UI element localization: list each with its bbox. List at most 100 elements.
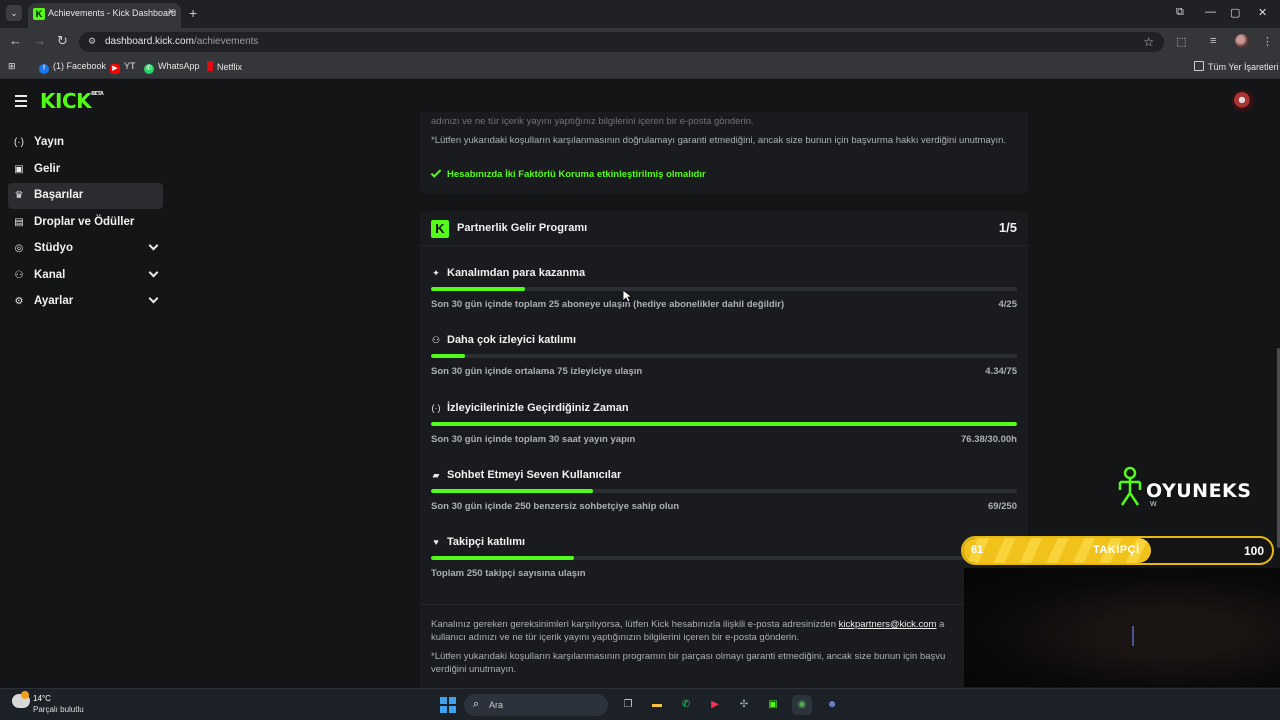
kick-favicon-icon: K xyxy=(33,8,45,20)
follower-goal: 100 xyxy=(1243,544,1264,558)
progress-bar xyxy=(431,354,1017,358)
sidebar-item-label: Droplar ve Ödüller xyxy=(34,216,135,228)
windows-start-icon[interactable] xyxy=(440,697,456,713)
partner-email-link[interactable]: kickpartners@kick.com xyxy=(839,619,937,630)
tab-title: Achievements - Kick Dashboard xyxy=(48,8,177,18)
broadcast-icon: (·) xyxy=(431,403,441,413)
bookmark-star-icon[interactable]: ☆ xyxy=(1143,35,1154,49)
check-icon xyxy=(430,167,442,178)
tab-search-icon[interactable]: ⌄ xyxy=(6,5,22,21)
chevron-down-icon[interactable] xyxy=(148,267,159,278)
sidebar-item-gelir[interactable]: ▣ Gelir xyxy=(8,157,163,183)
forward-icon[interactable]: → xyxy=(33,34,46,48)
sidebar-item-ayarlar[interactable]: ⚙ Ayarlar xyxy=(8,289,163,315)
requirement-description: Son 30 gün içinde 250 benzersiz sohbetçi… xyxy=(431,501,680,512)
progress-fill xyxy=(431,354,465,358)
taskbar-search[interactable]: ⌕ Ara xyxy=(464,694,608,716)
sidebar-item-label: Kanal xyxy=(34,269,66,281)
netflix-icon xyxy=(207,61,213,71)
heart-icon: ♥ xyxy=(433,537,439,547)
weather-temp: 14°C xyxy=(33,694,51,703)
all-bookmarks[interactable]: Tüm Yer İşaretleri xyxy=(1194,61,1279,72)
footer-disclaimer-line2: verdiğini unutmayın. xyxy=(431,664,517,675)
requirement-description: Son 30 gün içinde toplam 30 saat yayın y… xyxy=(431,434,636,445)
reload-icon[interactable]: ↻ xyxy=(57,34,68,48)
user-avatar[interactable] xyxy=(1232,90,1254,112)
mouse-cursor-icon xyxy=(623,290,632,303)
footer-disclaimer: *Lütfen yukarıdaki koşulların karşılanma… xyxy=(431,651,946,662)
sidebar-item-studyo[interactable]: ◎ Stüdyo xyxy=(8,236,163,262)
sidebar-item-basarilar[interactable]: ♛ Başarılar xyxy=(8,183,163,209)
footer-text: Kanalınız gereken gereksinimleri karşılı… xyxy=(431,619,945,630)
sidebar-item-kanal[interactable]: ⚇ Kanal xyxy=(8,263,163,289)
browser-tab[interactable]: K Achievements - Kick Dashboard × xyxy=(28,3,181,28)
studio-icon: ◎ xyxy=(14,243,24,254)
verification-text: adınızı ve ne tür içerik yayını yaptığın… xyxy=(431,116,754,127)
chevron-down-icon[interactable] xyxy=(148,240,159,251)
taskbar: 14°C Parçalı bulutlu ⌕ Ara ❐ ▬ ✆ ▶ ✣ ▣ ◉… xyxy=(0,688,1280,720)
requirement-item: ⚇ Daha çok izleyici katılımı Son 30 gün … xyxy=(420,334,1028,395)
requirement-value: 4/25 xyxy=(998,299,1018,310)
kick-app-icon[interactable]: ▣ xyxy=(763,695,783,715)
whatsapp-icon: ✆ xyxy=(144,64,154,74)
progress-bar xyxy=(431,489,1017,493)
two-factor-requirement: Hesabınızda İki Faktörlü Koruma etkinleş… xyxy=(430,167,706,180)
browser-tab-strip: ⌄ K Achievements - Kick Dashboard × + ⧉ … xyxy=(0,0,1280,28)
requirement-value: 76.38/30.00h xyxy=(961,434,1017,445)
profile-avatar[interactable] xyxy=(1235,34,1249,48)
requirement-title: Takipçi katılımı xyxy=(447,536,526,548)
sidebar-item-label: Ayarlar xyxy=(34,295,74,307)
bookmark-facebook[interactable]: f (1) Facebook xyxy=(39,61,106,74)
menu-icon[interactable]: ⋮ xyxy=(1262,35,1273,48)
media-icon[interactable]: ≡ xyxy=(1210,35,1216,47)
tab-overflow-icon[interactable]: ⧉ xyxy=(1176,6,1184,19)
requirement-title: Daha çok izleyici katılımı xyxy=(447,334,577,346)
folder-icon xyxy=(1194,61,1204,71)
bookmark-yt[interactable]: ▶ YT xyxy=(110,61,136,74)
sidebar-item-yayin[interactable]: (·) Yayın xyxy=(8,130,163,156)
weather-icon[interactable] xyxy=(12,691,30,708)
footer-text-line2: kullanıcı adınızı ve ne tür içerik yayın… xyxy=(431,632,800,643)
progress-bar xyxy=(431,556,1017,560)
requirement-description: Son 30 gün içinde ortalama 75 izleyiciye… xyxy=(431,366,643,377)
apps-icon[interactable]: ⊞ xyxy=(8,61,16,72)
mascot-icon xyxy=(1118,466,1142,506)
bookmark-netflix[interactable]: Netflix xyxy=(207,61,242,72)
card-title: Partnerlik Gelir Programı xyxy=(457,222,588,234)
extensions-icon[interactable]: ⬚ xyxy=(1176,35,1186,48)
media-player-icon[interactable]: ▶ xyxy=(705,695,725,715)
progress-fill xyxy=(431,287,525,291)
address-bar[interactable]: ⚙ dashboard.kick.com/achievements ☆ xyxy=(79,32,1164,52)
back-icon[interactable]: ← xyxy=(9,34,22,48)
requirement-item: ✦ Kanalımdan para kazanma Son 30 gün içi… xyxy=(420,267,1028,328)
bookmark-whatsapp[interactable]: ✆ WhatsApp xyxy=(144,61,200,74)
tab-close-icon[interactable]: × xyxy=(168,6,174,18)
file-explorer-icon[interactable]: ▬ xyxy=(647,695,667,715)
chevron-down-icon[interactable] xyxy=(148,293,159,304)
requirement-value: 69/250 xyxy=(987,501,1017,512)
network-tool-icon[interactable]: ✣ xyxy=(734,695,754,715)
hamburger-menu-icon[interactable] xyxy=(15,95,27,110)
follower-goal-bar: 61 TAKİPÇİ 100 xyxy=(961,536,1274,565)
close-window-icon[interactable]: ✕ xyxy=(1258,6,1267,19)
facebook-icon: f xyxy=(39,64,49,74)
follower-current: 61 xyxy=(971,544,984,556)
task-view-icon[interactable]: ❐ xyxy=(618,695,638,715)
minimize-icon[interactable]: — xyxy=(1205,6,1216,18)
kick-logo[interactable]: KICKBETA xyxy=(40,89,104,113)
url-text: dashboard.kick.com/achievements xyxy=(105,36,259,47)
discord-icon[interactable]: ☻ xyxy=(822,695,842,715)
whatsapp-taskbar-icon[interactable]: ✆ xyxy=(676,695,696,715)
follower-label: TAKİPÇİ xyxy=(1093,544,1140,556)
restore-icon[interactable]: ▢ xyxy=(1230,6,1240,19)
search-placeholder: Ara xyxy=(489,700,504,710)
requirement-title: İzleyicilerinizle Geçirdiğiniz Zaman xyxy=(447,402,629,414)
new-tab-icon[interactable]: + xyxy=(189,5,197,21)
sidebar-item-label: Yayın xyxy=(34,136,65,148)
oyuneks-logo: OYUNEKS W xyxy=(1116,466,1256,510)
weather-desc: Parçalı bulutlu xyxy=(33,705,84,714)
sidebar-item-droplar[interactable]: ▤ Droplar ve Ödüller xyxy=(8,210,163,236)
chrome-icon[interactable]: ◉ xyxy=(792,695,812,715)
trophy-icon: ♛ xyxy=(14,190,24,201)
site-info-icon[interactable]: ⚙ xyxy=(88,36,96,47)
